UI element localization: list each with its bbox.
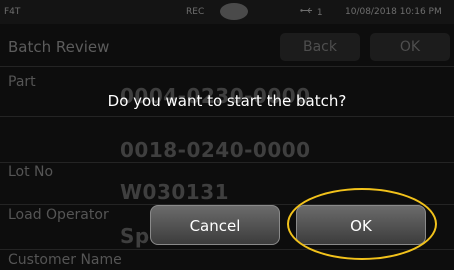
lot-value: W030131 [120, 180, 230, 204]
rec-indicator: REC [186, 7, 205, 17]
operator-label: Load Operator [8, 207, 109, 223]
cancel-button[interactable]: Cancel [150, 205, 280, 245]
batch-review-screen: F4T REC 1 10/08/2018 10:16 PM Batch Revi… [0, 0, 454, 270]
divider [0, 162, 454, 163]
operator-value: Sp [120, 224, 150, 248]
divider [0, 116, 454, 117]
controller-name: F4T [4, 7, 21, 17]
record-button[interactable] [220, 3, 248, 20]
ok-button[interactable]: OK [296, 205, 426, 245]
part-label: Part [8, 74, 36, 90]
datetime: 10/08/2018 10:16 PM [345, 7, 442, 17]
lot-label: Lot No [8, 164, 54, 180]
customer-label: Customer Name [8, 252, 122, 268]
usb-indicator: 1 [300, 6, 323, 18]
usb-count: 1 [316, 8, 323, 18]
header-ok-button[interactable]: OK [370, 33, 450, 61]
divider [0, 66, 454, 67]
status-bar: F4T REC 1 10/08/2018 10:16 PM [0, 0, 454, 24]
usb-icon [300, 7, 312, 14]
page-title: Batch Review [8, 38, 110, 56]
divider [0, 249, 454, 250]
part-value-secondary: 0018-0240-0000 [120, 138, 311, 162]
dialog-message: Do you want to start the batch? [107, 92, 347, 110]
back-button[interactable]: Back [280, 33, 360, 61]
